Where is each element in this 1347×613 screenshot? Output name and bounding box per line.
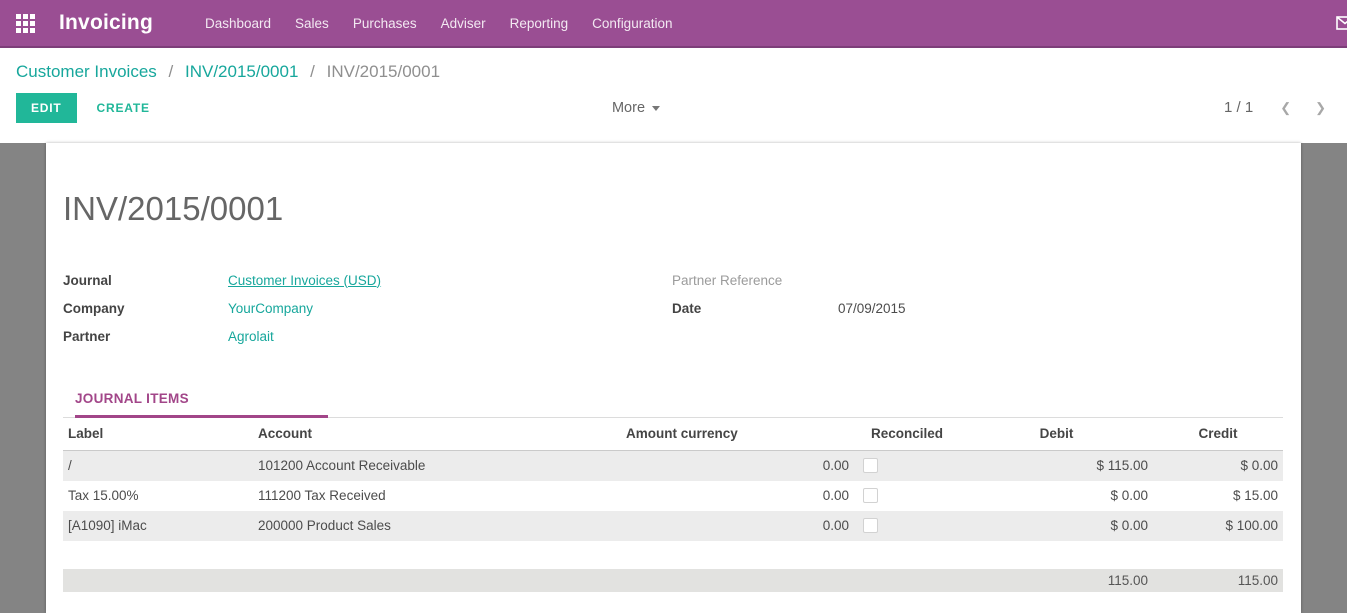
pager: 1 / 1 ❮ ❯	[1224, 98, 1331, 118]
cell-debit[interactable]: $ 115.00	[960, 451, 1153, 481]
menu-item-adviser[interactable]: Adviser	[429, 10, 498, 37]
breadcrumb-invoice-link[interactable]: INV/2015/0001	[185, 62, 298, 81]
cell-debit[interactable]: $ 0.00	[960, 481, 1153, 511]
cell-credit[interactable]: $ 0.00	[1153, 451, 1283, 481]
more-caret-icon	[652, 106, 660, 111]
col-header-reconciled: Reconciled	[854, 418, 960, 451]
breadcrumb-customer-invoices[interactable]: Customer Invoices	[16, 62, 157, 81]
cell-amount-currency[interactable]: 0.00	[621, 511, 854, 541]
col-header-account: Account	[253, 418, 621, 451]
menu-item-sales[interactable]: Sales	[283, 10, 341, 37]
total-debit: 115.00	[960, 569, 1153, 592]
top-navbar: Invoicing Dashboard Sales Purchases Advi…	[0, 0, 1347, 48]
reconciled-checkbox	[863, 488, 878, 503]
journal-item-row[interactable]: [A1090] iMac 200000 Product Sales 0.00 $…	[63, 511, 1283, 541]
journal-item-row[interactable]: / 101200 Account Receivable 0.00 $ 115.0…	[63, 451, 1283, 481]
breadcrumb-separator: /	[310, 62, 315, 81]
date-label: Date	[672, 301, 838, 316]
company-label: Company	[63, 301, 228, 316]
partner-reference-label: Partner Reference	[672, 273, 838, 288]
app-title[interactable]: Invoicing	[59, 11, 153, 35]
notebook-tabs: JOURNAL ITEMS	[63, 390, 1283, 418]
cell-account[interactable]: 200000 Product Sales	[253, 511, 621, 541]
journal-item-row[interactable]: Tax 15.00% 111200 Tax Received 0.00 $ 0.…	[63, 481, 1283, 511]
apps-grid-icon[interactable]	[16, 14, 35, 33]
cell-reconciled[interactable]	[854, 451, 960, 481]
reconciled-checkbox	[863, 518, 878, 533]
total-credit: 115.00	[1153, 569, 1283, 592]
pager-count: 1 / 1	[1224, 99, 1253, 116]
cell-reconciled[interactable]	[854, 511, 960, 541]
cell-credit[interactable]: $ 15.00	[1153, 481, 1283, 511]
partner-value-link[interactable]: Agrolait	[228, 329, 274, 344]
col-header-debit: Debit	[960, 418, 1153, 451]
envelope-icon[interactable]	[1336, 16, 1347, 30]
cell-label[interactable]: Tax 15.00%	[63, 481, 253, 511]
cell-amount-currency[interactable]: 0.00	[621, 451, 854, 481]
cell-account[interactable]: 101200 Account Receivable	[253, 451, 621, 481]
control-bar: EDIT CREATE More 1 / 1 ❮ ❯	[0, 82, 1347, 137]
cell-label[interactable]: [A1090] iMac	[63, 511, 253, 541]
cell-label[interactable]: /	[63, 451, 253, 481]
col-header-amount-currency: Amount currency	[621, 418, 854, 451]
more-label: More	[612, 100, 645, 116]
cell-debit[interactable]: $ 0.00	[960, 511, 1153, 541]
col-header-credit: Credit	[1153, 418, 1283, 451]
menu-item-purchases[interactable]: Purchases	[341, 10, 429, 37]
cell-account[interactable]: 111200 Tax Received	[253, 481, 621, 511]
menu-item-dashboard[interactable]: Dashboard	[193, 10, 283, 37]
pager-next-icon[interactable]: ❯	[1310, 98, 1331, 118]
field-group-left: Journal Customer Invoices (USD) Company …	[63, 266, 672, 350]
journal-value-link[interactable]: Customer Invoices (USD)	[228, 273, 381, 288]
col-header-label: Label	[63, 418, 253, 451]
menu-item-reporting[interactable]: Reporting	[498, 10, 581, 37]
field-groups: Journal Customer Invoices (USD) Company …	[63, 266, 1283, 350]
partner-label: Partner	[63, 329, 228, 344]
cell-credit[interactable]: $ 100.00	[1153, 511, 1283, 541]
totals-row: 115.00 115.00	[63, 569, 1283, 592]
menu-item-configuration[interactable]: Configuration	[580, 10, 684, 37]
breadcrumb-separator: /	[169, 62, 174, 81]
tab-journal-items[interactable]: JOURNAL ITEMS	[75, 391, 328, 418]
more-dropdown[interactable]: More	[612, 100, 660, 116]
form-background: INV/2015/0001 Journal Customer Invoices …	[0, 143, 1347, 613]
table-header-row: Label Account Amount currency Reconciled…	[63, 418, 1283, 451]
breadcrumb-current: INV/2015/0001	[327, 62, 440, 81]
invoice-sheet: INV/2015/0001 Journal Customer Invoices …	[46, 143, 1301, 613]
cell-amount-currency[interactable]: 0.00	[621, 481, 854, 511]
field-group-right: Partner Reference Date 07/09/2015	[672, 266, 1283, 350]
company-value-link[interactable]: YourCompany	[228, 301, 313, 316]
journal-items-table: Label Account Amount currency Reconciled…	[63, 418, 1283, 541]
reconciled-checkbox	[863, 458, 878, 473]
document-title: INV/2015/0001	[63, 143, 1283, 228]
breadcrumb: Customer Invoices / INV/2015/0001 / INV/…	[0, 48, 1347, 82]
cell-reconciled[interactable]	[854, 481, 960, 511]
create-button[interactable]: CREATE	[87, 93, 160, 123]
pager-prev-icon[interactable]: ❮	[1275, 98, 1296, 118]
journal-label: Journal	[63, 273, 228, 288]
main-menu: Dashboard Sales Purchases Adviser Report…	[193, 10, 685, 37]
edit-button[interactable]: EDIT	[16, 93, 77, 123]
date-value: 07/09/2015	[838, 301, 906, 316]
